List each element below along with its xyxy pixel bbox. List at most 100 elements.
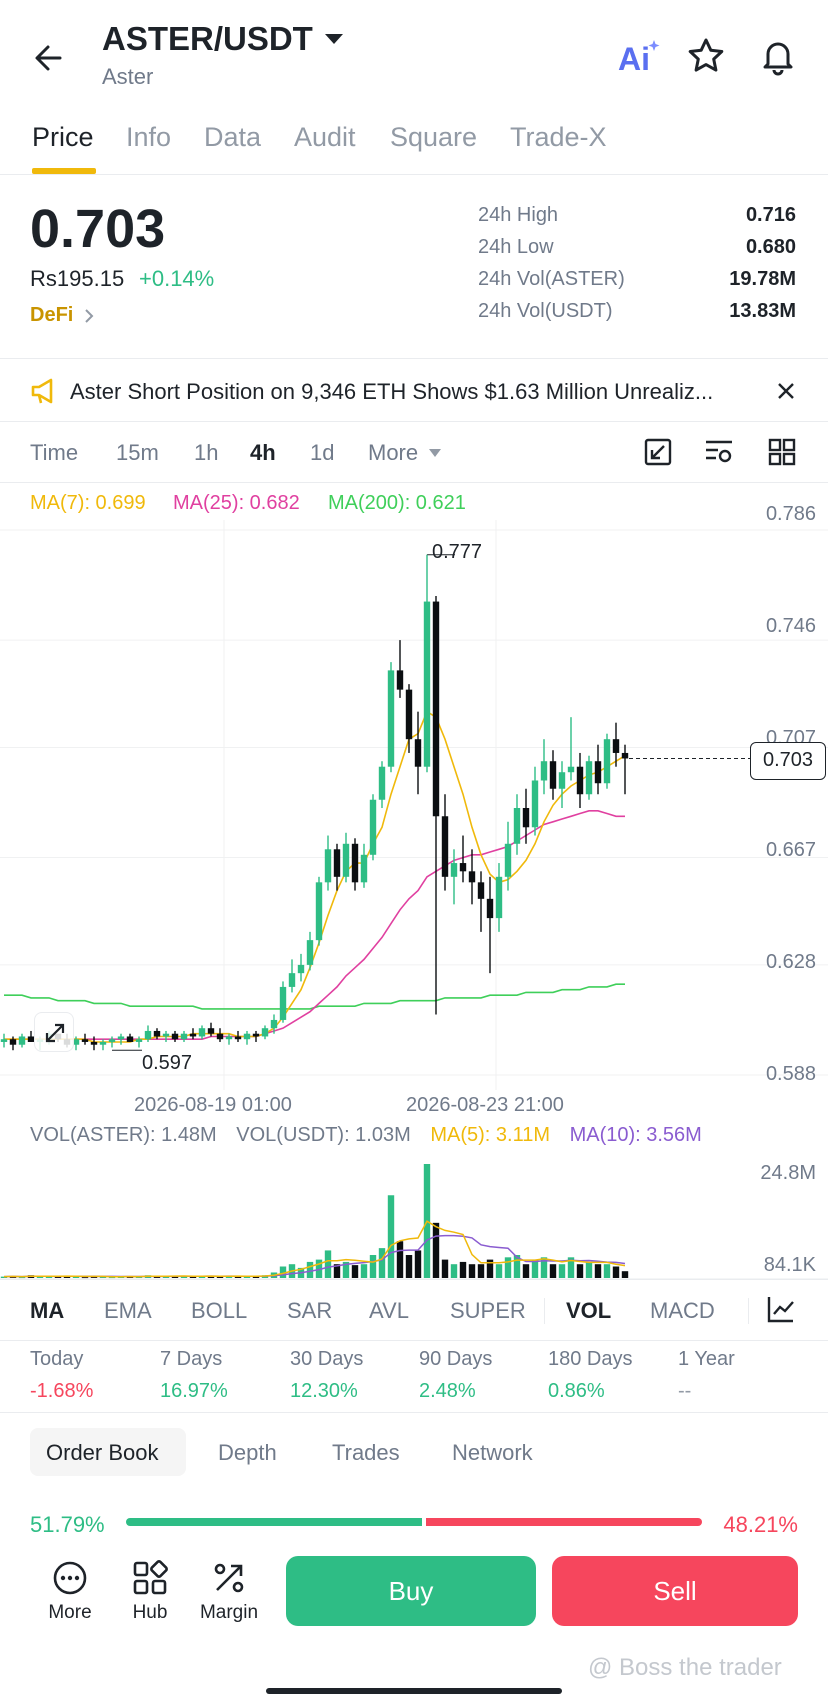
local-price: Rs195.15	[30, 266, 125, 291]
indicator-separator	[544, 1298, 545, 1324]
tab-depth[interactable]: Depth	[218, 1440, 277, 1466]
candle-body	[279, 986, 287, 1020]
tab-trade-x[interactable]: Trade-X	[510, 122, 607, 153]
interval-more-label: More	[368, 440, 419, 465]
tab-price[interactable]: Price	[32, 122, 94, 153]
indicator-ema[interactable]: EMA	[104, 1298, 152, 1324]
indicator-sar[interactable]: SAR	[287, 1298, 332, 1324]
candle-body	[423, 601, 431, 767]
interval-more[interactable]: More	[368, 440, 442, 466]
candle-body	[504, 843, 512, 877]
indicator-boll[interactable]: BOLL	[191, 1298, 247, 1324]
candle-body	[198, 1028, 206, 1037]
candle-body	[90, 1041, 98, 1045]
volume-bar	[585, 1261, 593, 1278]
tab-network[interactable]: Network	[452, 1440, 533, 1466]
candle-body	[387, 670, 395, 767]
candle-body	[522, 808, 530, 828]
indicator-divider-top	[0, 1279, 828, 1280]
tab-audit[interactable]: Audit	[294, 122, 356, 153]
more-label: More	[48, 1602, 92, 1623]
indicator-ma[interactable]: MA	[30, 1298, 64, 1324]
volume-bar	[549, 1264, 557, 1278]
indicator-divider-bottom	[0, 1340, 828, 1341]
fullscreen-chart-icon[interactable]	[644, 438, 672, 466]
vol-axis-min: 84.1K	[763, 1254, 816, 1276]
candle-body	[459, 863, 467, 872]
volume-bar	[441, 1259, 449, 1278]
volume-bar	[558, 1264, 566, 1278]
ai-button[interactable]: Ai	[614, 36, 662, 76]
indicator-avl[interactable]: AVL	[369, 1298, 409, 1324]
hub-button[interactable]: Hub	[110, 1560, 190, 1624]
star-icon	[688, 38, 724, 72]
interval-15m[interactable]: 15m	[116, 440, 159, 466]
candle-body	[612, 739, 620, 753]
buy-ratio-bar	[126, 1518, 423, 1526]
candle-body	[252, 1033, 260, 1037]
volume-bar	[306, 1261, 314, 1278]
chart-settings-icon[interactable]	[704, 438, 734, 466]
interval-1h[interactable]: 1h	[194, 440, 218, 466]
high-marker: 0.777	[432, 541, 483, 563]
layout-grid-icon[interactable]	[768, 438, 796, 466]
stat-vol-aster-value: 19.78M	[729, 268, 796, 290]
candle-body	[441, 816, 449, 877]
interval-1d[interactable]: 1d	[310, 440, 334, 466]
indicator-settings-icon[interactable]	[766, 1294, 796, 1324]
volume-bar	[522, 1264, 530, 1278]
candle-body	[378, 766, 386, 800]
arrow-left-icon	[35, 45, 62, 71]
alert-button[interactable]	[758, 36, 798, 76]
news-banner[interactable]: Aster Short Position on 9,346 ETH Shows …	[0, 358, 828, 422]
indicator-macd[interactable]: MACD	[650, 1298, 715, 1324]
more-dots-icon	[53, 1561, 87, 1595]
tab-square[interactable]: Square	[390, 122, 477, 153]
margin-icon	[214, 1563, 244, 1593]
volume-bar	[378, 1248, 386, 1278]
candle-body	[144, 1030, 152, 1040]
stat-low-label: 24h Low	[478, 236, 554, 258]
expand-chart-button[interactable]	[34, 1012, 74, 1052]
caret-down-icon	[324, 34, 343, 44]
candle-body	[450, 863, 458, 877]
category-link[interactable]: DeFi	[30, 304, 95, 327]
sell-ratio-text: 48.21%	[723, 1512, 798, 1537]
volume-bar	[450, 1264, 458, 1278]
ai-icon: Ai	[618, 40, 660, 76]
tab-info[interactable]: Info	[126, 122, 171, 153]
more-button[interactable]: More	[30, 1560, 110, 1624]
candle-body	[234, 1036, 242, 1040]
sell-button[interactable]: Sell	[552, 1556, 798, 1626]
interval-4h[interactable]: 4h	[250, 440, 276, 466]
candle-body	[270, 1019, 278, 1029]
margin-button[interactable]: Margin	[189, 1560, 269, 1624]
volume-bar	[594, 1264, 602, 1278]
candle-body	[549, 761, 557, 789]
volume-bar	[459, 1261, 467, 1278]
pair-selector[interactable]: ASTER/USDT	[102, 20, 345, 58]
price-chart[interactable]	[0, 520, 828, 1090]
buy-button[interactable]: Buy	[286, 1556, 536, 1626]
indicator-super[interactable]: SUPER	[450, 1298, 526, 1324]
candle-body	[207, 1028, 215, 1034]
candle-body	[342, 843, 350, 877]
tab-data[interactable]: Data	[204, 122, 261, 153]
candle-body	[189, 1033, 197, 1037]
price-axis-label: 0.786	[765, 503, 816, 525]
volume-bar	[405, 1255, 413, 1278]
svg-text:Ai: Ai	[618, 41, 650, 76]
candle-body	[567, 766, 575, 773]
volume-bar	[369, 1255, 377, 1278]
close-icon[interactable]	[776, 381, 796, 401]
candle-body	[18, 1036, 26, 1045]
interval-time[interactable]: Time	[30, 440, 78, 466]
candle-body	[324, 849, 332, 883]
tab-trades[interactable]: Trades	[332, 1440, 400, 1466]
ma7-legend: MA(7): 0.699	[30, 492, 146, 514]
back-button[interactable]	[28, 36, 72, 80]
perf-value: 16.97%	[160, 1380, 228, 1402]
tabs-divider	[0, 174, 828, 175]
favorite-button[interactable]	[686, 36, 726, 76]
indicator-vol[interactable]: VOL	[566, 1298, 611, 1324]
